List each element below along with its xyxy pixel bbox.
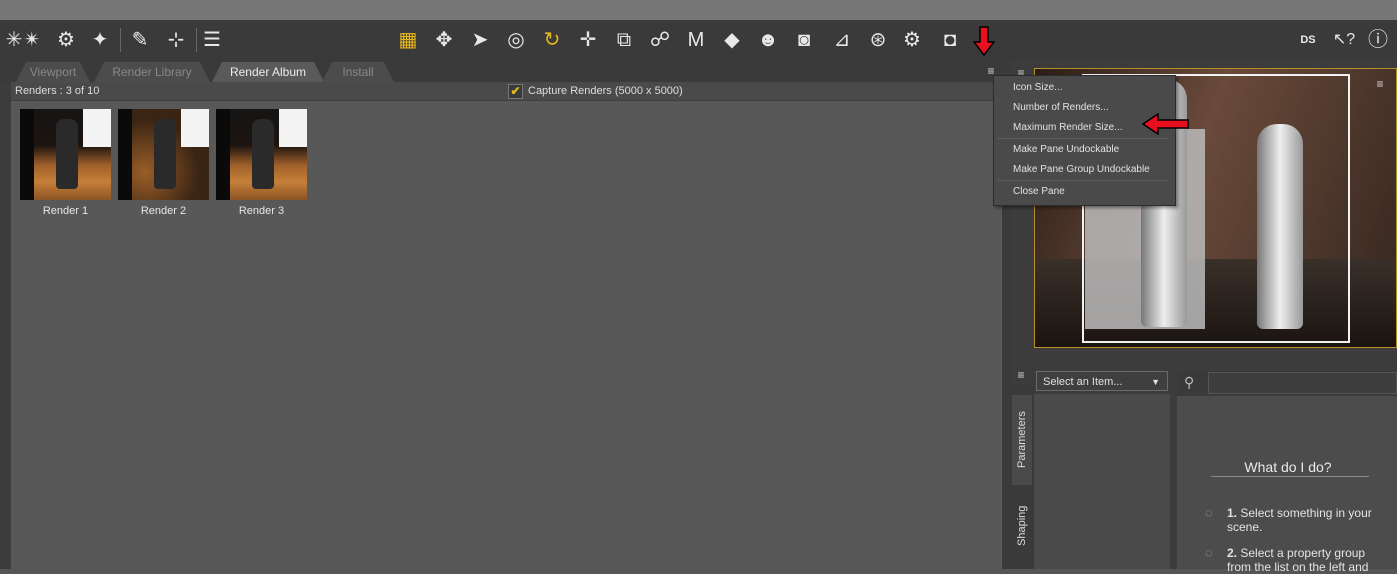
menu-item-number-of-renders[interactable]: Number of Renders... (1013, 102, 1109, 113)
help-icon[interactable]: ↖? (1330, 26, 1358, 54)
render-count: Renders : 3 of 10 (15, 85, 100, 97)
toolbar-separator (196, 28, 197, 52)
help-panel (1177, 396, 1397, 569)
tab-install[interactable]: Install (322, 62, 394, 82)
help-step: 2. Select a property group from the list… (1227, 546, 1369, 574)
paint-icon[interactable]: ◆ (718, 26, 746, 54)
help-step: 1. Select something in your scene. (1227, 506, 1372, 534)
render-settings-icon[interactable]: ☰ (198, 26, 226, 54)
pane-options-menu: Icon Size... Number of Renders... Maximu… (993, 75, 1176, 206)
select-icon[interactable]: ➤ (466, 26, 494, 54)
figure-icon[interactable]: ✦ (86, 26, 114, 54)
node-icon[interactable]: ◎ (502, 26, 530, 54)
menu-separator (998, 138, 1168, 139)
render-thumbnail[interactable] (216, 109, 307, 200)
translate-icon[interactable]: ✛ (574, 26, 602, 54)
tab-bar: Viewport Render Library Render Album Ins… (0, 60, 1002, 82)
render-icon[interactable]: ⚙ (898, 26, 926, 54)
search-icon: ⚲ (1184, 374, 1195, 390)
item-select-dropdown[interactable]: Select an Item... ▼ (1036, 371, 1168, 391)
tab-parameters[interactable]: Parameters (1012, 395, 1032, 485)
home-icon[interactable]: DS (1294, 26, 1322, 54)
help-title: What do I do? (1244, 459, 1332, 475)
region-icon[interactable]: ⊿ (828, 26, 856, 54)
step-spinner-icon: ◌ (1205, 505, 1213, 520)
annotation-arrow-left-icon (1142, 113, 1189, 135)
tab-render-library[interactable]: Render Library (94, 62, 210, 82)
move-icon[interactable]: ✥ (430, 26, 458, 54)
property-group-list[interactable] (1034, 394, 1170, 569)
pixel-grid-icon[interactable]: ▦ (394, 26, 422, 54)
capture-renders-label: Capture Renders (5000 x 5000) (528, 85, 683, 97)
open-icon[interactable]: ✴ (18, 26, 46, 54)
render-thumbnail[interactable] (20, 109, 111, 200)
render-label: Render 1 (42, 205, 89, 217)
menu-item-close-pane[interactable]: Close Pane (1013, 186, 1065, 197)
save-icon[interactable]: ⚙ (52, 26, 80, 54)
capture-renders-checkbox[interactable]: ✔ (508, 84, 523, 99)
menu-item-make-pane-undockable[interactable]: Make Pane Undockable (1013, 144, 1119, 155)
help-divider (1211, 476, 1369, 477)
align-icon[interactable]: ⊹ (162, 26, 190, 54)
render-label: Render 3 (238, 205, 285, 217)
screenshot-icon[interactable]: ◘ (936, 26, 964, 54)
tab-viewport[interactable]: Viewport (16, 62, 90, 82)
surface-icon[interactable]: ☻ (754, 26, 782, 54)
viewport-options-icon[interactable]: ≡ (1372, 77, 1388, 91)
render-label: Render 2 (140, 205, 187, 217)
annotation-arrow-down-icon (973, 26, 995, 56)
menu-separator (998, 180, 1168, 181)
window-top-strip (0, 0, 1397, 20)
question-icon[interactable]: ⓘ (1364, 26, 1392, 54)
left-dock-edge (0, 82, 11, 569)
step-spinner-icon: ◌ (1205, 545, 1213, 560)
joint-icon[interactable]: ☍ (646, 26, 674, 54)
item-select-value: Select an Item... (1043, 376, 1123, 388)
rotate-icon[interactable]: ↻ (538, 26, 566, 54)
chevron-down-icon: ▼ (1151, 377, 1160, 387)
search-input[interactable] (1208, 372, 1397, 394)
scale-icon[interactable]: ⧉ (610, 26, 638, 54)
camera-icon[interactable]: ◙ (790, 26, 818, 54)
menu-item-maximum-render-size[interactable]: Maximum Render Size... (1013, 122, 1122, 133)
main-toolbar: ✳ ✴ ⚙ ✦ ✎ ⊹ ☰ ▦ ✥ ➤ ◎ ↻ ✛ ⧉ ☍ M ◆ ☻ ◙ ⊿ … (0, 20, 1397, 60)
geometry-icon[interactable]: ✎ (126, 26, 154, 54)
morph-icon[interactable]: M (682, 26, 710, 54)
render-thumbnail[interactable] (118, 109, 209, 200)
album-info-bar: Renders : 3 of 10 ✔ Capture Renders (500… (11, 82, 1002, 101)
menu-item-make-pane-group-undockable[interactable]: Make Pane Group Undockable (1013, 164, 1150, 175)
parameters-options-icon[interactable]: ≡ (1013, 368, 1029, 382)
tab-render-album[interactable]: Render Album (212, 62, 324, 82)
spot-render-icon[interactable]: ⊛ (864, 26, 892, 54)
toolbar-separator (120, 28, 121, 52)
tab-shaping[interactable]: Shaping (1012, 495, 1032, 557)
menu-item-icon-size[interactable]: Icon Size... (1013, 82, 1062, 93)
